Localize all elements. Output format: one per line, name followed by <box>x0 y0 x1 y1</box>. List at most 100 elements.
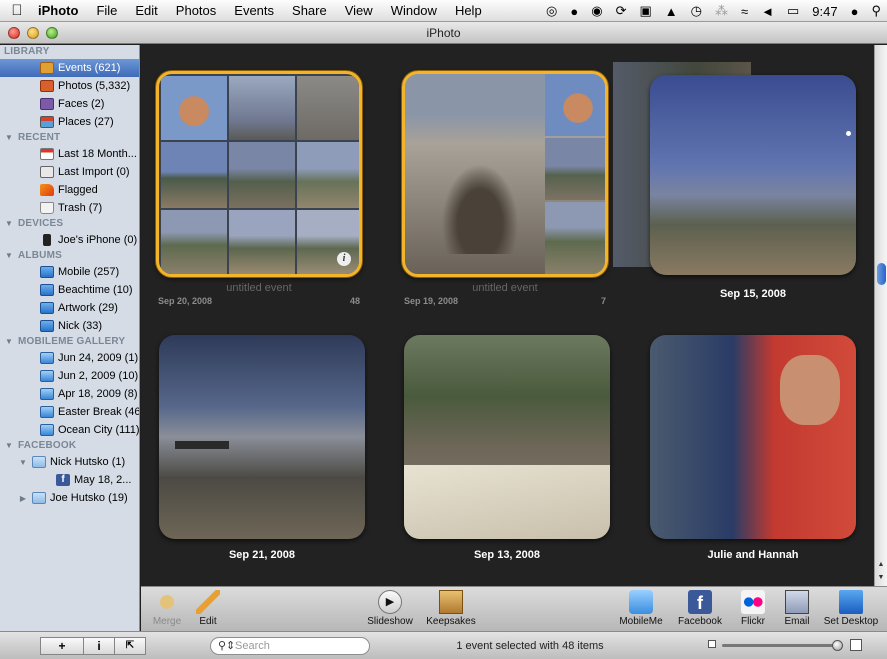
event-tile[interactable]: Sep 15, 2008 <box>650 75 856 305</box>
event-thumbnail[interactable]: i <box>156 71 362 277</box>
event-title[interactable]: Sep 21, 2008 <box>159 549 365 561</box>
event-info-icon[interactable]: i <box>337 252 351 266</box>
sidebar-item-gallery-jun-2[interactable]: Jun 2, 2009 (10) <box>0 367 139 385</box>
disclosure-triangle-icon[interactable]: ▼ <box>4 249 14 263</box>
clock[interactable]: 9:47 <box>812 4 837 19</box>
disclosure-triangle-icon[interactable]: ▼ <box>4 131 14 145</box>
search-field[interactable]: ⚲⇕ Search <box>210 637 370 655</box>
fullscreen-button[interactable]: ⇱ <box>114 637 146 655</box>
sidebar-item-facebook-nick-hutsko[interactable]: ▼ Nick Hutsko (1) <box>0 453 139 471</box>
sidebar-item-album-nick[interactable]: Nick (33) <box>0 317 139 335</box>
lock-icon[interactable]: ▲ <box>665 4 678 19</box>
spotlight-icon[interactable]: ⚲ <box>871 3 881 19</box>
volume-icon[interactable]: ◄ <box>761 4 774 19</box>
mobileme-button[interactable]: MobileMe <box>616 590 666 627</box>
event-thumbnail[interactable] <box>402 71 608 277</box>
wifi-icon[interactable]: ≈ <box>741 4 748 19</box>
edit-button[interactable]: Edit <box>191 590 225 627</box>
zoom-slider[interactable] <box>708 639 868 653</box>
scroll-up-arrow-icon[interactable]: ▲ <box>875 559 887 571</box>
event-tile[interactable]: i untitled event Sep 20, 2008 48 <box>156 71 362 316</box>
sidebar-item-album-beachtime[interactable]: Beachtime (10) <box>0 281 139 299</box>
menu-events[interactable]: Events <box>225 3 283 18</box>
sidebar-item-photos[interactable]: Photos (5,332) <box>0 77 139 95</box>
sidebar-item-last-18-months[interactable]: Last 18 Month... <box>0 145 139 163</box>
sidebar-item-facebook-joe-hutsko[interactable]: ▶ Joe Hutsko (19) <box>0 489 139 507</box>
bluetooth-icon[interactable]: ⁂ <box>715 3 728 19</box>
sidebar-item-gallery-easter-break[interactable]: Easter Break (46) <box>0 403 139 421</box>
zoom-window-button[interactable] <box>46 27 58 39</box>
event-title[interactable]: Sep 13, 2008 <box>404 549 610 561</box>
add-button[interactable]: + <box>40 637 84 655</box>
sidebar-item-last-import[interactable]: Last Import (0) <box>0 163 139 181</box>
menu-window[interactable]: Window <box>382 3 446 18</box>
sidebar-item-events[interactable]: Events (621) <box>0 59 139 77</box>
event-title[interactable]: untitled event <box>156 282 362 294</box>
zoom-track[interactable] <box>722 644 840 647</box>
section-header-mobileme-gallery[interactable]: ▼ MOBILEME GALLERY <box>0 335 139 349</box>
disclosure-triangle-icon[interactable]: ▼ <box>4 335 14 349</box>
sidebar-item-flagged[interactable]: Flagged <box>0 181 139 199</box>
minimize-window-button[interactable] <box>27 27 39 39</box>
event-title[interactable]: Julie and Hannah <box>650 549 856 561</box>
slideshow-button[interactable]: ▶ Slideshow <box>363 590 417 627</box>
disclosure-triangle-icon[interactable]: ▼ <box>18 458 28 467</box>
sidebar-item-iphone[interactable]: Joe's iPhone (0) <box>0 231 139 249</box>
disclosure-triangle-icon[interactable]: ▼ <box>4 439 14 453</box>
event-tile[interactable]: untitled event Sep 19, 2008 7 <box>402 71 608 316</box>
status-icon-3[interactable]: ◉ <box>591 3 602 19</box>
section-header-library[interactable]: LIBRARY <box>0 45 139 59</box>
event-thumbnail[interactable] <box>650 75 856 275</box>
user-icon[interactable]: ● <box>851 4 859 19</box>
battery-icon[interactable]: ▭ <box>787 3 799 19</box>
status-icon-1[interactable]: ◎ <box>546 3 557 19</box>
keepsakes-button[interactable]: Keepsakes <box>422 590 480 627</box>
sidebar-item-gallery-jun-24[interactable]: Jun 24, 2009 (1) <box>0 349 139 367</box>
flickr-button[interactable]: Flickr <box>733 590 773 627</box>
merge-button[interactable]: Merge <box>147 590 187 627</box>
sync-icon[interactable]: ⟳ <box>616 3 627 19</box>
menu-edit[interactable]: Edit <box>126 3 166 18</box>
section-header-recent[interactable]: ▼ RECENT <box>0 131 139 145</box>
vertical-scrollbar[interactable]: ▲ ▼ <box>874 45 887 586</box>
scroll-down-arrow-icon[interactable]: ▼ <box>875 572 887 584</box>
sidebar-item-album-artwork[interactable]: Artwork (29) <box>0 299 139 317</box>
app-menu[interactable]: iPhoto <box>34 3 87 18</box>
event-tile[interactable]: Sep 21, 2008 <box>159 335 365 565</box>
event-title[interactable]: Sep 15, 2008 <box>650 288 856 300</box>
event-thumbnail[interactable] <box>650 335 856 539</box>
menu-share[interactable]: Share <box>283 3 336 18</box>
zoom-knob[interactable] <box>832 640 843 651</box>
event-thumbnail[interactable] <box>159 335 365 539</box>
section-header-devices[interactable]: ▼ DEVICES <box>0 217 139 231</box>
info-button[interactable]: i <box>83 637 115 655</box>
event-title[interactable]: untitled event <box>402 282 608 294</box>
time-machine-icon[interactable]: ◷ <box>691 3 702 19</box>
close-window-button[interactable] <box>8 27 20 39</box>
sidebar-item-gallery-apr-18[interactable]: Apr 18, 2009 (8) <box>0 385 139 403</box>
status-icon-2[interactable]: ● <box>570 4 578 19</box>
apple-menu-icon[interactable]:  <box>0 2 34 19</box>
set-desktop-button[interactable]: Set Desktop <box>821 590 881 627</box>
sidebar-item-faces[interactable]: Faces (2) <box>0 95 139 113</box>
menu-help[interactable]: Help <box>446 3 491 18</box>
disclosure-triangle-icon[interactable]: ▼ <box>4 217 14 231</box>
event-thumbnail[interactable] <box>404 335 610 539</box>
sidebar-item-facebook-may-18[interactable]: f May 18, 2... <box>0 471 139 489</box>
sidebar-item-gallery-ocean-city[interactable]: Ocean City (111) <box>0 421 139 439</box>
scrollbar-thumb[interactable] <box>877 263 886 285</box>
section-header-facebook[interactable]: ▼ FACEBOOK <box>0 439 139 453</box>
disclosure-triangle-icon[interactable]: ▶ <box>18 494 28 503</box>
menu-view[interactable]: View <box>336 3 382 18</box>
status-icon-5[interactable]: ▣ <box>639 3 651 19</box>
sidebar-item-album-mobile[interactable]: Mobile (257) <box>0 263 139 281</box>
menu-photos[interactable]: Photos <box>167 3 225 18</box>
facebook-button[interactable]: f Facebook <box>675 590 725 627</box>
section-header-albums[interactable]: ▼ ALBUMS <box>0 249 139 263</box>
sidebar-item-trash[interactable]: Trash (7) <box>0 199 139 217</box>
event-tile[interactable]: Julie and Hannah <box>650 335 856 565</box>
menu-file[interactable]: File <box>87 3 126 18</box>
sidebar-item-places[interactable]: Places (27) <box>0 113 139 131</box>
email-button[interactable]: Email <box>777 590 817 627</box>
event-tile[interactable]: Sep 13, 2008 <box>404 335 610 565</box>
